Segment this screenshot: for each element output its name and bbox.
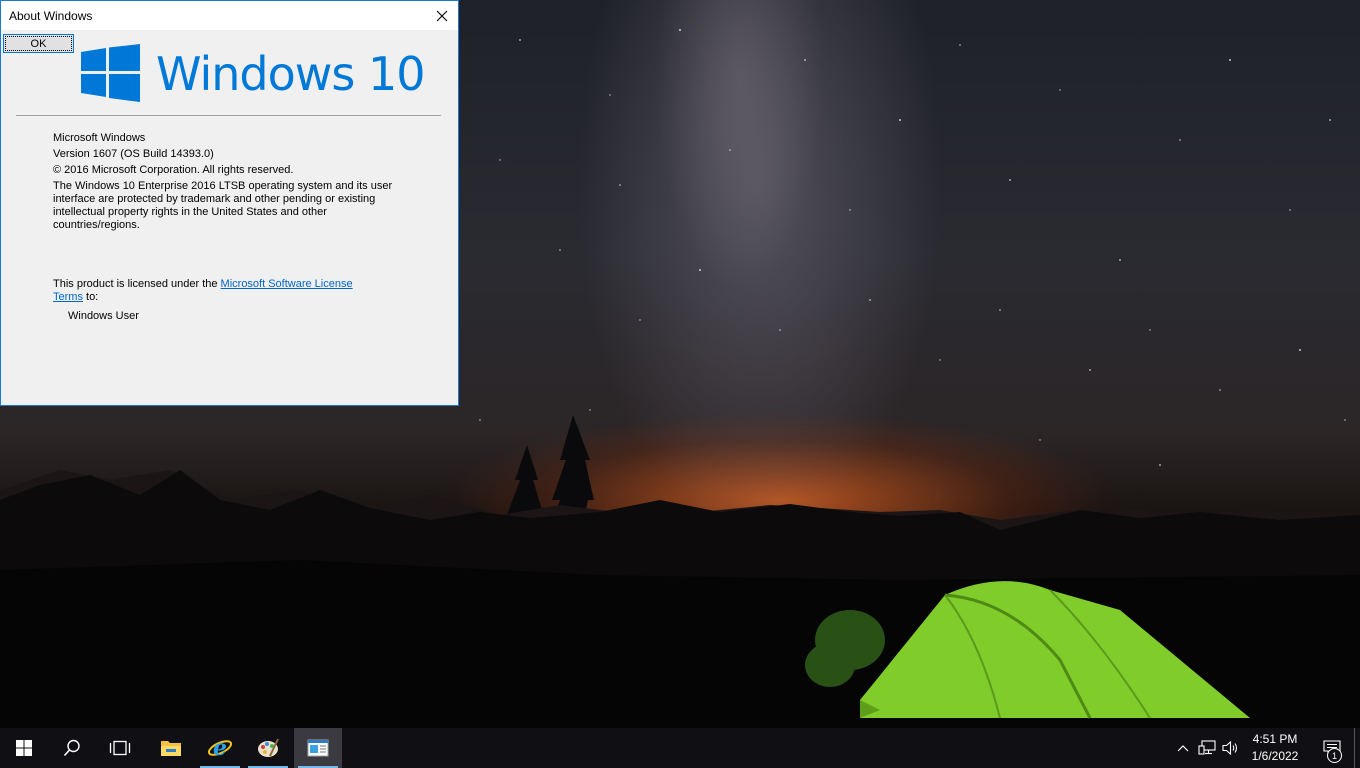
legal-line: countries/regions. [53, 219, 140, 231]
about-windows-taskbar-button[interactable] [294, 728, 342, 768]
folder-icon [161, 741, 181, 756]
search-icon [63, 739, 80, 757]
copyright-text: © 2016 Microsoft Corporation. All rights… [53, 164, 294, 176]
windows-logo-icon [16, 740, 32, 756]
speaker-icon [1222, 740, 1238, 756]
network-icon [1198, 740, 1216, 755]
window-icon [307, 739, 329, 757]
show-desktop-button[interactable] [1354, 728, 1360, 768]
show-hidden-icons-button[interactable] [1171, 728, 1195, 768]
file-explorer-button[interactable] [147, 728, 195, 768]
version-text: Version 1607 (OS Build 14393.0) [53, 148, 214, 160]
legal-line: interface are protected by trademark and… [53, 193, 376, 205]
ie-icon: e [207, 736, 233, 760]
ok-button[interactable]: OK [3, 34, 74, 53]
internet-explorer-button[interactable]: e [196, 728, 244, 768]
legal-line: intellectual property rights in the Unit… [53, 206, 327, 218]
license-terms-link[interactable]: Terms [53, 291, 83, 303]
notification-count-badge: 1 [1327, 748, 1342, 763]
chevron-up-icon [1177, 745, 1189, 752]
taskbar: e 4:51 PM 1/6/2022 [0, 728, 1360, 768]
legal-line: The Windows 10 Enterprise 2016 LTSB oper… [53, 180, 393, 192]
license-text: This product is licensed under the Micro… [53, 278, 353, 304]
clock-date: 1/6/2022 [1251, 749, 1299, 763]
licensed-user: Windows User [68, 310, 139, 322]
task-view-button[interactable] [96, 728, 144, 768]
license-terms-link[interactable]: Microsoft Software License [221, 278, 353, 290]
about-windows-dialog: About Windows OK Windows 10 Microsoft Wi… [0, 0, 459, 406]
windows-logo-icon [81, 44, 140, 102]
paint-icon [258, 738, 279, 757]
dialog-divider [16, 115, 441, 116]
volume-button[interactable] [1219, 728, 1243, 768]
dialog-title: About Windows [9, 9, 93, 23]
mountain-silhouette [0, 415, 1360, 728]
license-suffix: to: [82, 291, 99, 303]
product-name: Microsoft Windows [53, 132, 146, 144]
windows-10-wordmark: Windows 10 [156, 47, 425, 101]
network-button[interactable] [1195, 728, 1219, 768]
clock-time: 4:51 PM [1252, 732, 1298, 746]
svg-text:e: e [213, 736, 227, 760]
task-view-icon [109, 740, 131, 756]
close-button[interactable] [426, 1, 458, 31]
taskbar-clock[interactable]: 4:51 PM 1/6/2022 [1246, 731, 1304, 765]
license-prefix: This product is licensed under the [53, 278, 221, 290]
close-icon [436, 10, 448, 22]
search-button[interactable] [48, 728, 96, 768]
paint-button[interactable] [244, 728, 292, 768]
start-button[interactable] [0, 728, 48, 768]
dialog-titlebar[interactable]: About Windows [1, 1, 458, 31]
legal-text: The Windows 10 Enterprise 2016 LTSB oper… [53, 180, 392, 232]
